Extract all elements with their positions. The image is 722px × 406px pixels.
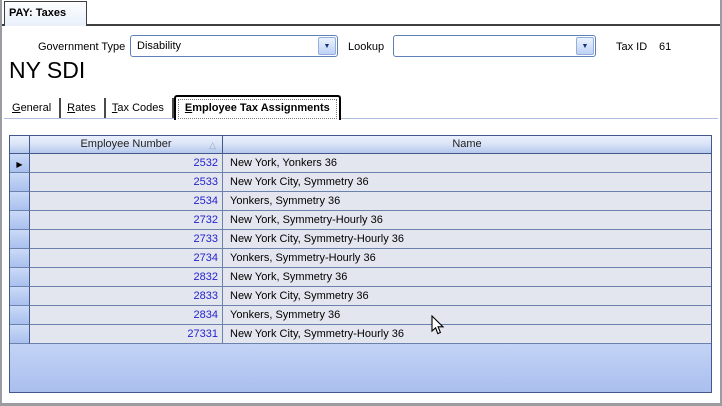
government-type-select[interactable]: Disability ▼ [130, 35, 338, 57]
row-selector[interactable] [10, 192, 30, 211]
chevron-down-icon: ▼ [581, 43, 589, 50]
sort-ascending-icon: △ [209, 140, 216, 150]
row-selector[interactable]: ▶ [10, 154, 30, 173]
tab-general-hotkey: G [12, 102, 21, 114]
name-cell[interactable]: New York, Yonkers 36 [223, 154, 711, 173]
government-type-value: Disability [137, 40, 182, 52]
tab-pay-taxes[interactable]: PAY: Taxes [4, 1, 88, 26]
name-cell[interactable]: New York, Symmetry-Hourly 36 [223, 211, 711, 230]
tab-rates-label: ates [75, 102, 96, 114]
row-selector[interactable] [10, 249, 30, 268]
government-type-label: Government Type [38, 41, 126, 53]
current-row-marker-icon: ▶ [16, 160, 23, 169]
table-row[interactable]: 2832 New York, Symmetry 36 [10, 268, 711, 287]
row-selector[interactable] [10, 306, 30, 325]
name-cell[interactable]: Yonkers, Symmetry-Hourly 36 [223, 249, 711, 268]
lookup-label: Lookup [348, 41, 385, 53]
row-selector[interactable] [10, 287, 30, 306]
tab-pay-taxes-label: PAY: Taxes [9, 7, 67, 19]
tab-strip: General Rates Tax Codes Employee Tax Ass… [2, 92, 720, 120]
tax-id-value: 61 [659, 41, 672, 53]
government-type-dropdown-button[interactable]: ▼ [318, 37, 336, 55]
grid-body: ▶ 2532 New York, Yonkers 36 2533 New Yor… [10, 154, 711, 344]
table-row[interactable]: 2534 Yonkers, Symmetry 36 [10, 192, 711, 211]
employee-number-cell[interactable]: 2834 [30, 306, 223, 325]
table-row[interactable]: 2733 New York City, Symmetry-Hourly 36 [10, 230, 711, 249]
row-selector[interactable] [10, 325, 30, 344]
row-selector[interactable] [10, 173, 30, 192]
name-cell[interactable]: Yonkers, Symmetry 36 [223, 306, 711, 325]
name-cell[interactable]: New York City, Symmetry-Hourly 36 [223, 325, 711, 344]
tab-rates-hotkey: R [67, 102, 76, 114]
lookup-dropdown-button[interactable]: ▼ [576, 37, 594, 55]
employee-number-cell[interactable]: 2732 [30, 211, 223, 230]
employee-number-cell[interactable]: 2733 [30, 230, 223, 249]
tab-tax-codes-label: ax Codes [117, 102, 164, 114]
employee-number-column-header[interactable]: Employee Number △ [30, 136, 223, 153]
tab-general-label: eneral [20, 102, 52, 114]
tab-tax-codes[interactable]: Tax Codes [106, 98, 174, 119]
table-row[interactable]: 27331 New York City, Symmetry-Hourly 36 [10, 325, 711, 344]
tax-id-label: Tax ID [616, 41, 648, 53]
employee-number-cell[interactable]: 27331 [30, 325, 223, 344]
name-cell[interactable]: New York City, Symmetry 36 [223, 287, 711, 306]
name-cell[interactable]: Yonkers, Symmetry 36 [223, 192, 711, 211]
employee-assignments-grid: Employee Number △ Name ▶ 2532 New York, … [9, 135, 712, 393]
row-selector[interactable] [10, 211, 30, 230]
name-column-header[interactable]: Name [223, 136, 711, 153]
tab-general[interactable]: General [6, 98, 62, 119]
grid-header-row: Employee Number △ Name [10, 136, 711, 154]
tab-rates[interactable]: Rates [61, 98, 106, 119]
title-tab-strip: PAY: Taxes [2, 0, 720, 26]
employee-number-cell[interactable]: 2534 [30, 192, 223, 211]
app-window: PAY: Taxes Government Type Disability ▼ … [0, 0, 722, 406]
name-header-label: Name [452, 138, 482, 150]
tab-employee-tax-assignments[interactable]: Employee Tax Assignments [173, 95, 341, 120]
table-row[interactable]: 2834 Yonkers, Symmetry 36 [10, 306, 711, 325]
table-row[interactable]: 2833 New York City, Symmetry 36 [10, 287, 711, 306]
table-row[interactable]: 2732 New York, Symmetry-Hourly 36 [10, 211, 711, 230]
employee-number-cell[interactable]: 2833 [30, 287, 223, 306]
employee-number-cell[interactable]: 2832 [30, 268, 223, 287]
employee-number-header-label: Employee Number [80, 138, 172, 150]
table-row[interactable]: ▶ 2532 New York, Yonkers 36 [10, 154, 711, 173]
row-selector-header[interactable] [10, 136, 30, 153]
name-cell[interactable]: New York City, Symmetry-Hourly 36 [223, 230, 711, 249]
employee-number-cell[interactable]: 2734 [30, 249, 223, 268]
row-selector[interactable] [10, 230, 30, 249]
table-row[interactable]: 2734 Yonkers, Symmetry-Hourly 36 [10, 249, 711, 268]
employee-number-cell[interactable]: 2532 [30, 154, 223, 173]
row-selector[interactable] [10, 268, 30, 287]
name-cell[interactable]: New York, Symmetry 36 [223, 268, 711, 287]
grid-empty-area[interactable] [10, 344, 711, 392]
name-cell[interactable]: New York City, Symmetry 36 [223, 173, 711, 192]
table-row[interactable]: 2533 New York City, Symmetry 36 [10, 173, 711, 192]
page-title: NY SDI [9, 57, 86, 83]
tab-employee-tax-assignments-label: mployee Tax Assignments [192, 102, 330, 114]
employee-number-cell[interactable]: 2533 [30, 173, 223, 192]
lookup-select[interactable]: ▼ [393, 35, 596, 57]
chevron-down-icon: ▼ [323, 43, 331, 50]
